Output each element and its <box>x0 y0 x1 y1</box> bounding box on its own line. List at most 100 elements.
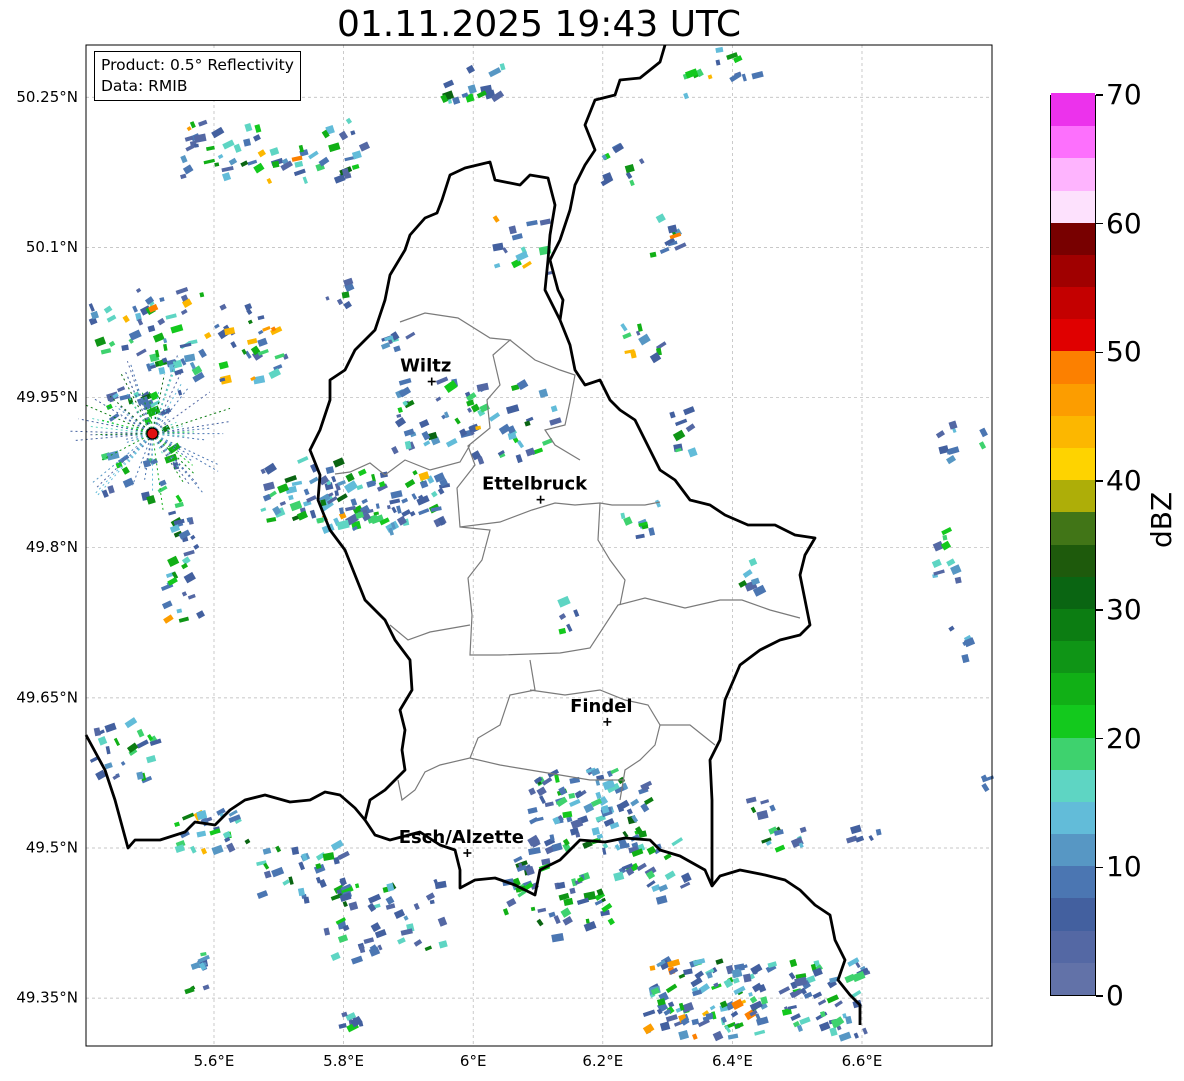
echo-cell <box>389 498 401 505</box>
echo-cell <box>445 438 458 448</box>
echo-cell <box>515 454 523 464</box>
echo-cell <box>558 627 567 635</box>
echo-cell <box>575 832 581 838</box>
echo-cell <box>185 144 195 152</box>
echo-cell <box>419 480 429 489</box>
echo-cell <box>202 984 210 991</box>
echo-cell <box>591 826 601 836</box>
echo-cell <box>247 319 253 325</box>
echo-cell <box>424 945 433 952</box>
echo-cell <box>707 74 713 80</box>
echo-cell <box>244 303 253 311</box>
colorbar-segment <box>1051 286 1095 320</box>
colorbar-segment <box>1051 447 1095 481</box>
echo-cell <box>190 961 202 970</box>
echo-cell <box>256 890 269 899</box>
colorbar-tick-label: 10 <box>1106 850 1142 884</box>
echo-cell <box>184 986 195 995</box>
echo-cell <box>187 593 196 600</box>
echo-cell <box>233 143 242 153</box>
echo-cell <box>122 315 130 323</box>
lon-label: 6.6°E <box>842 1052 883 1070</box>
echo-cell <box>536 918 544 927</box>
echo-cell <box>271 160 280 168</box>
echo-spoke <box>90 433 153 485</box>
echo-cell <box>539 218 552 226</box>
echo-cell <box>279 500 287 507</box>
echo-cell <box>124 717 138 729</box>
echo-cell <box>942 534 948 541</box>
echo-cell <box>189 361 196 370</box>
echo-cell <box>288 876 294 885</box>
graticule <box>86 45 992 1046</box>
echo-cell <box>683 92 689 100</box>
echo-cell <box>607 917 615 926</box>
colorbar-tick <box>1096 866 1103 869</box>
echo-cell <box>642 1023 655 1035</box>
lon-label: 5.8°E <box>323 1052 364 1070</box>
echo-cell <box>189 845 197 854</box>
echo-cell <box>683 968 693 976</box>
echo-cell <box>536 786 547 797</box>
echo-cell <box>106 403 113 411</box>
echo-cell <box>674 418 688 427</box>
echo-cell <box>257 337 268 347</box>
echo-cell <box>178 616 190 623</box>
echo-cell <box>709 1005 716 1011</box>
echo-cell <box>356 484 364 491</box>
echo-cell <box>855 835 865 843</box>
echo-cell <box>853 1032 859 1039</box>
echo-cell <box>180 309 188 316</box>
echo-cell <box>488 412 501 422</box>
echo-cell <box>266 516 277 523</box>
echo-cell <box>862 1027 868 1035</box>
echo-cell <box>576 897 590 906</box>
echo-cell <box>183 549 195 557</box>
echo-cell <box>499 63 506 71</box>
echo-cell <box>274 353 285 360</box>
echo-cell <box>253 134 261 142</box>
echo-cell <box>648 527 656 536</box>
echo-cell <box>351 955 363 965</box>
echo-cell <box>177 389 183 396</box>
echo-cell <box>524 420 531 427</box>
echo-cell <box>730 1010 739 1018</box>
radar-site-dot <box>146 427 159 440</box>
echo-cell <box>530 906 536 912</box>
colorbar-tick <box>1096 480 1103 482</box>
echo-cell <box>438 940 448 949</box>
echo-cell <box>291 480 303 487</box>
echo-cell <box>533 816 544 823</box>
echo-cell <box>120 761 126 766</box>
echo-cell <box>175 494 183 503</box>
echo-cell <box>328 142 341 153</box>
echo-cell <box>308 150 319 160</box>
echo-cell <box>774 844 786 853</box>
echo-spoke <box>96 433 153 436</box>
echo-cell <box>121 344 129 351</box>
echo-cell <box>361 498 368 505</box>
echo-cell <box>158 366 166 375</box>
colorbar-segment <box>1051 608 1095 642</box>
echo-cell <box>338 1022 347 1029</box>
echo-cell <box>590 798 603 808</box>
echo-cell <box>850 824 862 835</box>
echo-cell <box>204 332 212 340</box>
echo-cell <box>211 126 225 139</box>
echo-cell <box>834 1000 843 1008</box>
echo-cell <box>756 809 769 821</box>
echo-cell <box>396 413 402 418</box>
echo-cell <box>308 476 319 485</box>
echo-cell <box>466 64 476 74</box>
echo-cell <box>342 900 348 908</box>
echo-cell <box>549 417 562 426</box>
echo-cell <box>367 902 377 912</box>
echo-cell <box>437 916 448 927</box>
colorbar-segment <box>1051 543 1095 577</box>
echo-cell <box>262 847 272 855</box>
echo-cell <box>401 497 409 504</box>
echo-cell <box>391 446 399 455</box>
echo-cell <box>691 1018 700 1026</box>
echo-cell <box>385 895 395 905</box>
echo-cell <box>226 842 236 853</box>
